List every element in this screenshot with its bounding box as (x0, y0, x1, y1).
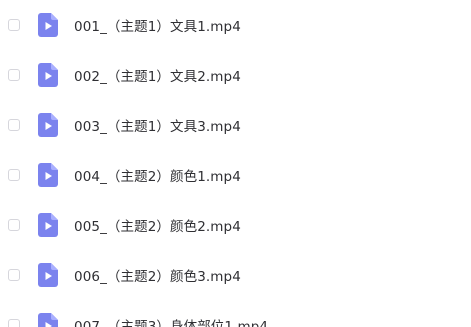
video-file-icon (38, 63, 58, 87)
video-file-icon (38, 13, 58, 37)
file-row[interactable]: 004_（主题2）颜色1.mp4 (0, 160, 471, 190)
row-checkbox[interactable] (8, 269, 20, 281)
row-checkbox[interactable] (8, 169, 20, 181)
file-name[interactable]: 005_（主题2）颜色2.mp4 (74, 215, 241, 235)
file-row[interactable]: 006_（主题2）颜色3.mp4 (0, 260, 471, 290)
video-file-icon (38, 163, 58, 187)
video-file-icon (38, 213, 58, 237)
file-name[interactable]: 007_（主题3）身体部位1.mp4 (74, 315, 268, 327)
file-row[interactable]: 007_（主题3）身体部位1.mp4 (0, 310, 471, 327)
video-file-icon (38, 313, 58, 327)
video-file-icon (38, 113, 58, 137)
file-row[interactable]: 001_（主题1）文具1.mp4 (0, 10, 471, 40)
row-checkbox[interactable] (8, 69, 20, 81)
file-name[interactable]: 001_（主题1）文具1.mp4 (74, 15, 241, 35)
file-list: 001_（主题1）文具1.mp4 002_（主题1）文具2.mp4 003_（主题1… (0, 0, 471, 327)
file-name[interactable]: 003_（主题1）文具3.mp4 (74, 115, 241, 135)
row-checkbox[interactable] (8, 319, 20, 327)
row-checkbox[interactable] (8, 219, 20, 231)
video-file-icon (38, 263, 58, 287)
file-name[interactable]: 006_（主题2）颜色3.mp4 (74, 265, 241, 285)
file-row[interactable]: 003_（主题1）文具3.mp4 (0, 110, 471, 140)
file-row[interactable]: 005_（主题2）颜色2.mp4 (0, 210, 471, 240)
row-checkbox[interactable] (8, 119, 20, 131)
file-row[interactable]: 002_（主题1）文具2.mp4 (0, 60, 471, 90)
row-checkbox[interactable] (8, 19, 20, 31)
file-name[interactable]: 002_（主题1）文具2.mp4 (74, 65, 241, 85)
file-name[interactable]: 004_（主题2）颜色1.mp4 (74, 165, 241, 185)
